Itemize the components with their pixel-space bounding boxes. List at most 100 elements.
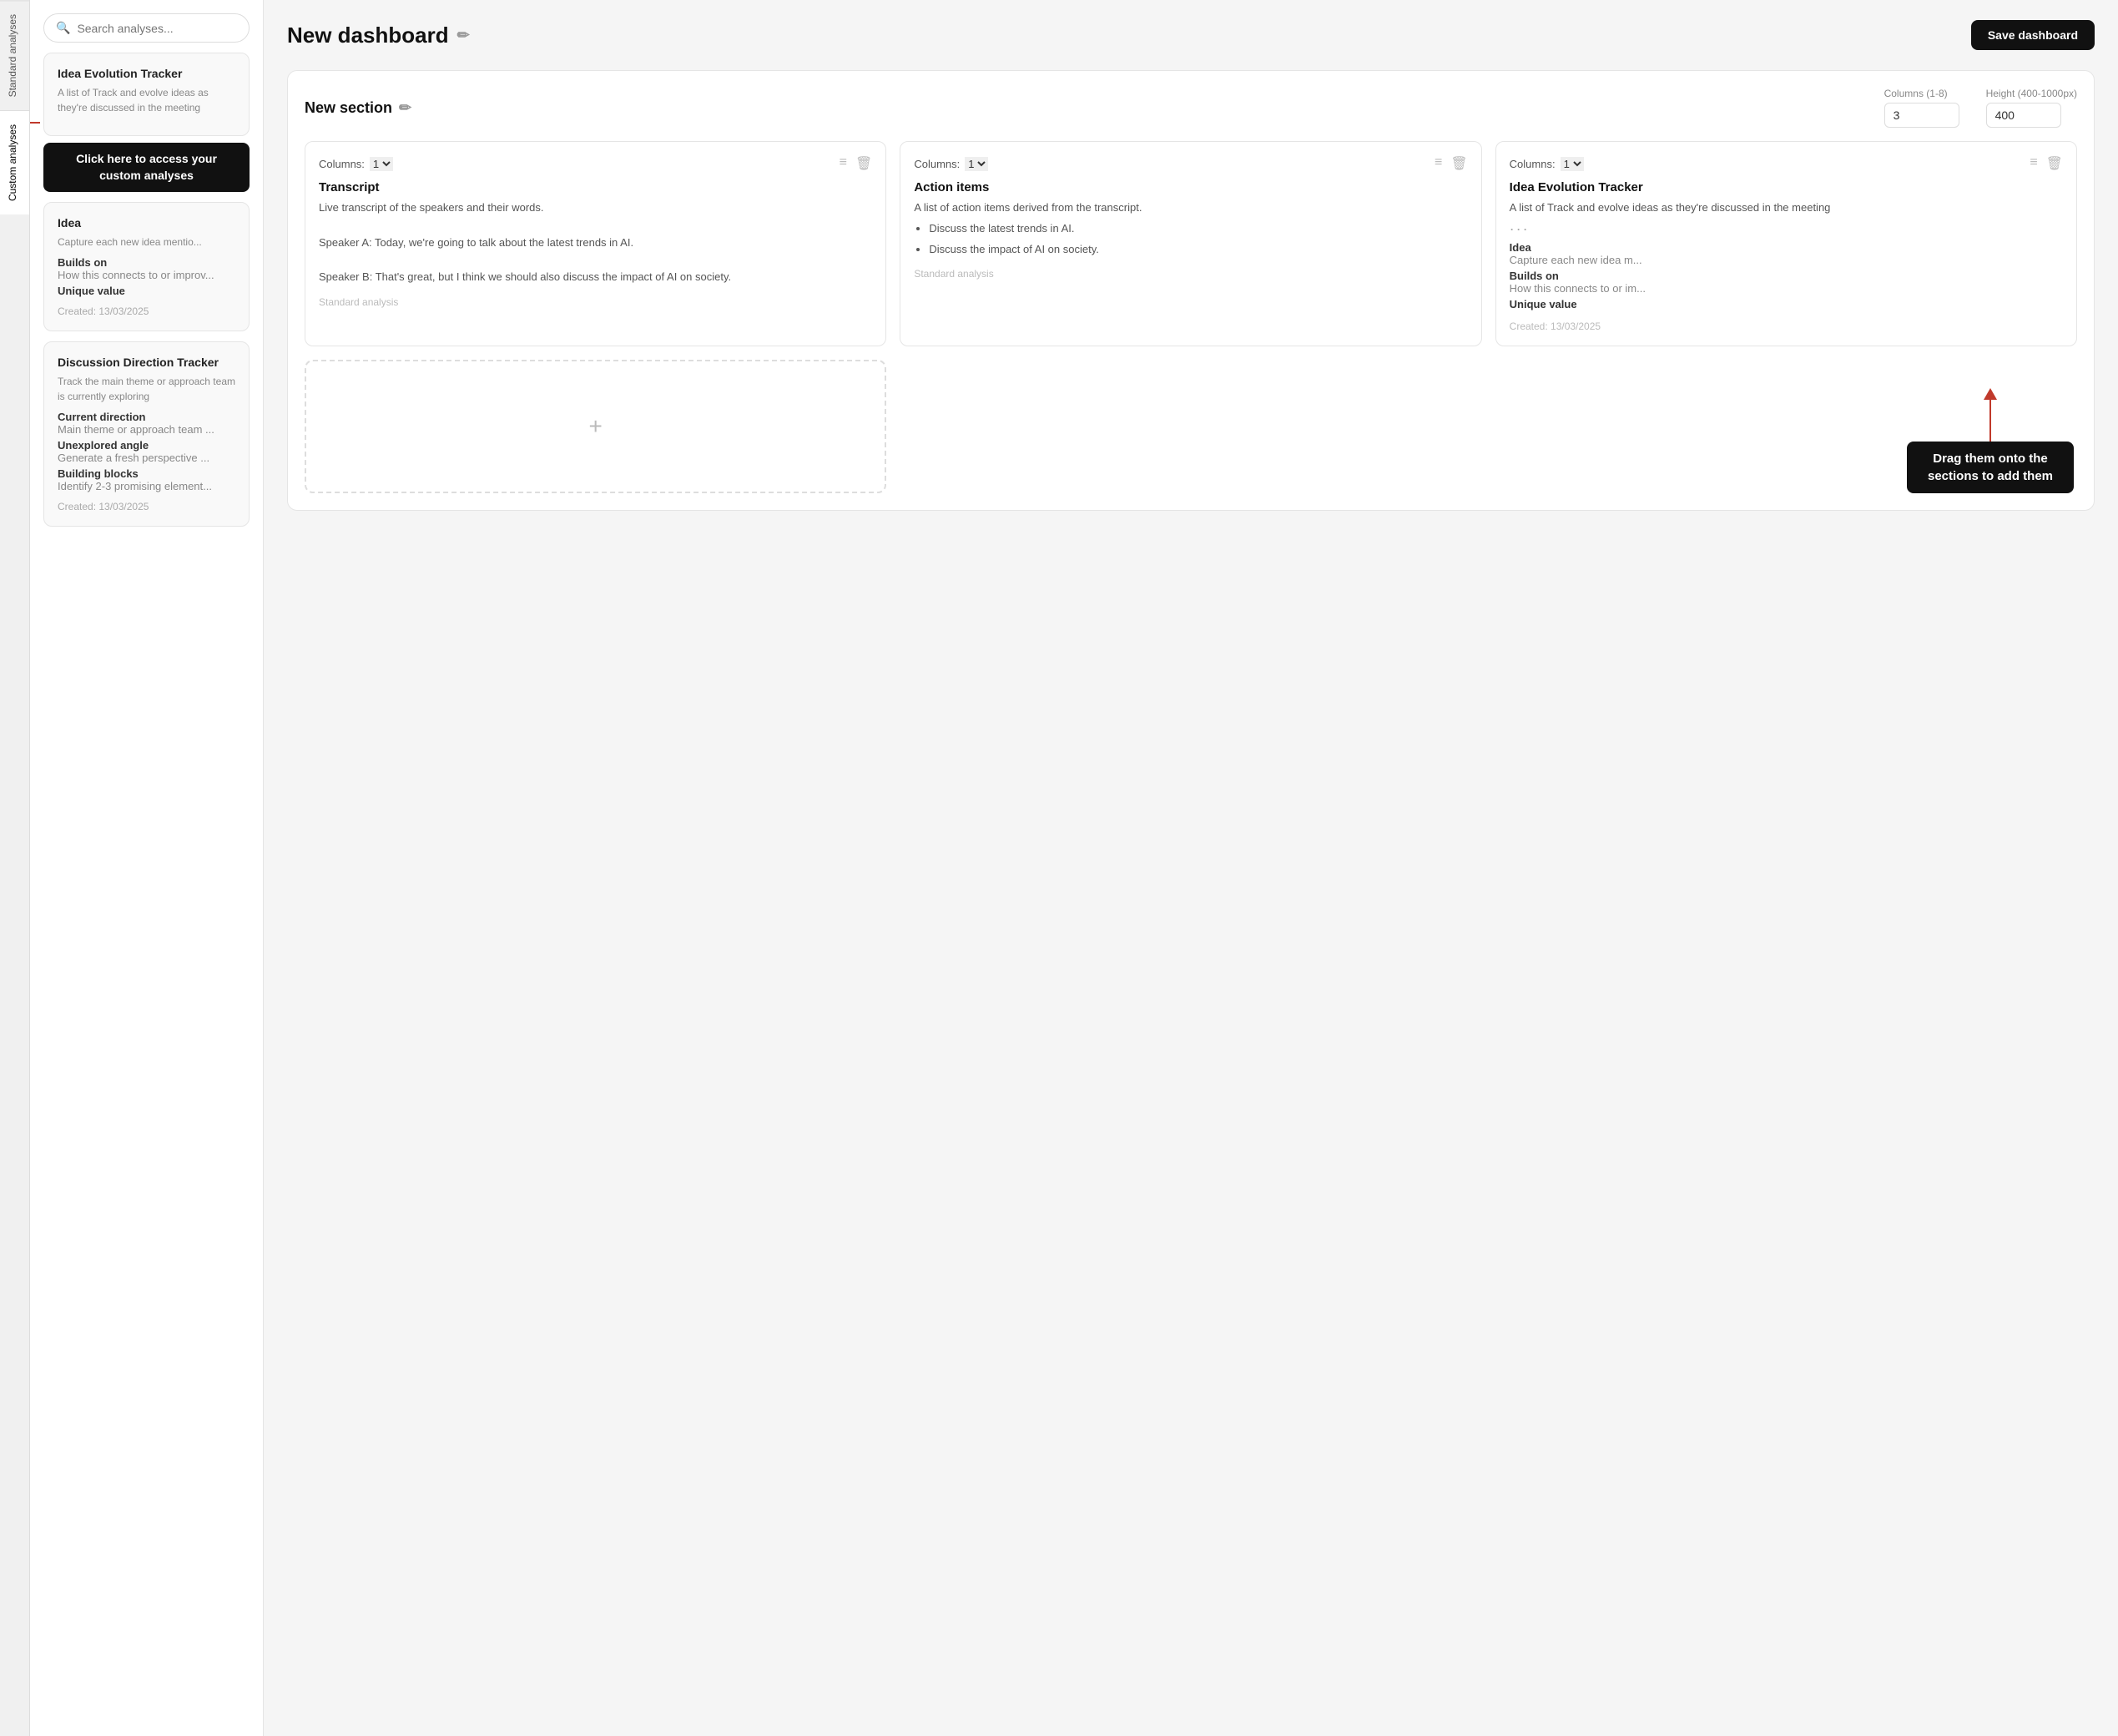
delete-icon[interactable]: 🗑 — [2046, 155, 2063, 172]
field-label: Builds on — [1510, 270, 2063, 282]
tab-custom[interactable]: Custom analyses — [0, 110, 29, 214]
field-label: Unique value — [1510, 298, 2063, 310]
grid-icon[interactable]: ≡ — [1435, 155, 1442, 172]
field-label: Unique value — [58, 285, 235, 297]
delete-icon[interactable]: 🗑 — [1450, 155, 1467, 172]
field-value: How this connects to or im... — [1510, 282, 2063, 295]
drag-tooltip: Drag them onto the sections to add them — [1907, 442, 2074, 493]
card-desc: A list of Track and evolve ideas as they… — [58, 85, 235, 115]
drop-zone-row: + — [305, 360, 2077, 493]
block-body: Live transcript of the speakers and thei… — [319, 199, 872, 286]
card-field: Building blocks Identify 2-3 promising e… — [58, 467, 235, 492]
field-label: Builds on — [58, 256, 235, 269]
vertical-tabs: Standard analyses Custom analyses — [0, 0, 30, 1736]
idea-evolution-block: Columns: 123 ≡ 🗑 Idea Evolution Tracker … — [1495, 141, 2077, 346]
block-title: Idea Evolution Tracker — [1510, 180, 2063, 194]
field-label: Current direction — [58, 411, 235, 423]
card-field: Unique value — [58, 285, 235, 297]
section-container: New section ✏ Columns (1-8) Height (400-… — [287, 70, 2095, 511]
drag-annotation: Drag them onto the sections to add them — [1907, 388, 2074, 493]
left-arrow — [30, 117, 40, 129]
arrow-up-line — [1989, 400, 1991, 442]
grid-icon[interactable]: ≡ — [2030, 155, 2037, 172]
card-desc: Track the main theme or approach team is… — [58, 374, 235, 404]
transcript-block: Columns: 123 ≡ 🗑 Transcript Live transcr… — [305, 141, 886, 346]
card-desc: Capture each new idea mentio... — [58, 235, 235, 250]
title-edit-icon[interactable]: ✏ — [457, 27, 470, 44]
main-header: New dashboard ✏ Save dashboard — [287, 20, 2095, 50]
columns-select[interactable]: 123 — [370, 157, 393, 171]
search-bar[interactable]: 🔍 — [43, 13, 250, 43]
card-title: Idea — [58, 216, 235, 230]
block-title: Action items — [914, 180, 1467, 194]
section-title-row: New section ✏ — [305, 99, 411, 117]
columns-select[interactable]: 123 — [965, 157, 988, 171]
card-field: Builds on How this connects to or im... — [1510, 270, 2063, 295]
plus-icon: + — [588, 413, 602, 440]
field-label: Building blocks — [58, 467, 235, 480]
list-item: Discuss the impact of AI on society. — [929, 241, 1467, 259]
search-icon: 🔍 — [56, 21, 70, 35]
block-body: A list of Track and evolve ideas as they… — [1510, 199, 2063, 217]
card-field: Builds on How this connects to or improv… — [58, 256, 235, 281]
sidebar: 🔍 Idea Evolution Tracker A list of Track… — [30, 0, 264, 1736]
block-header: Columns: 123 ≡ 🗑 — [914, 155, 1467, 172]
field-value: Generate a fresh perspective ... — [58, 452, 235, 464]
section-title: New section — [305, 99, 392, 117]
block-icons: ≡ 🗑 — [840, 155, 873, 172]
dots: ··· — [1510, 220, 2063, 238]
idea-evolution-top-card: Idea Evolution Tracker A list of Track a… — [43, 53, 250, 136]
search-input[interactable] — [77, 22, 237, 35]
height-control: Height (400-1000px) — [1986, 88, 2077, 128]
columns-label: Columns (1-8) — [1884, 88, 1959, 99]
save-dashboard-button[interactable]: Save dashboard — [1971, 20, 2095, 50]
main-content: New dashboard ✏ Save dashboard New secti… — [264, 0, 2118, 1736]
field-value: Main theme or approach team ... — [58, 423, 235, 436]
card-field: Idea Capture each new idea m... — [1510, 241, 2063, 266]
field-label: Unexplored angle — [58, 439, 235, 452]
columns-label: Columns: — [1510, 158, 1556, 170]
columns-label: Columns: — [914, 158, 960, 170]
columns-selector: Columns: 123 — [914, 157, 988, 171]
field-value: Identify 2-3 promising element... — [58, 480, 235, 492]
grid-icon[interactable]: ≡ — [840, 155, 847, 172]
section-edit-icon[interactable]: ✏ — [399, 99, 411, 117]
block-footer: Standard analysis — [914, 268, 1467, 280]
block-title: Transcript — [319, 180, 872, 194]
field-label: Idea — [1510, 241, 2063, 254]
block-footer: Created: 13/03/2025 — [1510, 320, 2063, 332]
card-title: Discussion Direction Tracker — [58, 356, 235, 369]
block-header: Columns: 123 ≡ 🗑 — [319, 155, 872, 172]
tab-standard[interactable]: Standard analyses — [0, 0, 29, 110]
action-items-block: Columns: 123 ≡ 🗑 Action items A list of … — [900, 141, 1481, 346]
field-value: How this connects to or improv... — [58, 269, 235, 281]
card-title: Idea Evolution Tracker — [58, 67, 235, 80]
list-item: Discuss the latest trends in AI. — [929, 220, 1467, 238]
arrow-line — [30, 122, 40, 124]
columns-label: Columns: — [319, 158, 365, 170]
click-tooltip: Click here to access your custom analyse… — [43, 143, 250, 192]
columns-selector: Columns: 123 — [1510, 157, 1584, 171]
section-controls: Columns (1-8) Height (400-1000px) — [1884, 88, 2077, 128]
columns-input[interactable] — [1884, 103, 1959, 128]
dashboard-title: New dashboard ✏ — [287, 23, 470, 48]
block-icons: ≡ 🗑 — [2030, 155, 2063, 172]
height-input[interactable] — [1986, 103, 2061, 128]
columns-select[interactable]: 123 — [1561, 157, 1584, 171]
card-field: Unexplored angle Generate a fresh perspe… — [58, 439, 235, 464]
title-text: New dashboard — [287, 23, 449, 48]
delete-icon[interactable]: 🗑 — [855, 155, 872, 172]
columns-selector: Columns: 123 — [319, 157, 393, 171]
section-header: New section ✏ Columns (1-8) Height (400-… — [305, 88, 2077, 128]
block-footer: Standard analysis — [319, 296, 872, 308]
drop-zone[interactable]: + — [305, 360, 886, 493]
columns-control: Columns (1-8) — [1884, 88, 1959, 128]
height-label: Height (400-1000px) — [1986, 88, 2077, 99]
idea-card: Idea Capture each new idea mentio... Bui… — [43, 202, 250, 331]
card-field: Current direction Main theme or approach… — [58, 411, 235, 436]
bullet-list: Discuss the latest trends in AI. Discuss… — [914, 220, 1467, 259]
analysis-grid: Columns: 123 ≡ 🗑 Transcript Live transcr… — [305, 141, 2077, 346]
card-field: Unique value — [1510, 298, 2063, 310]
arrow-up-head — [1984, 388, 1997, 400]
block-icons: ≡ 🗑 — [1435, 155, 1468, 172]
